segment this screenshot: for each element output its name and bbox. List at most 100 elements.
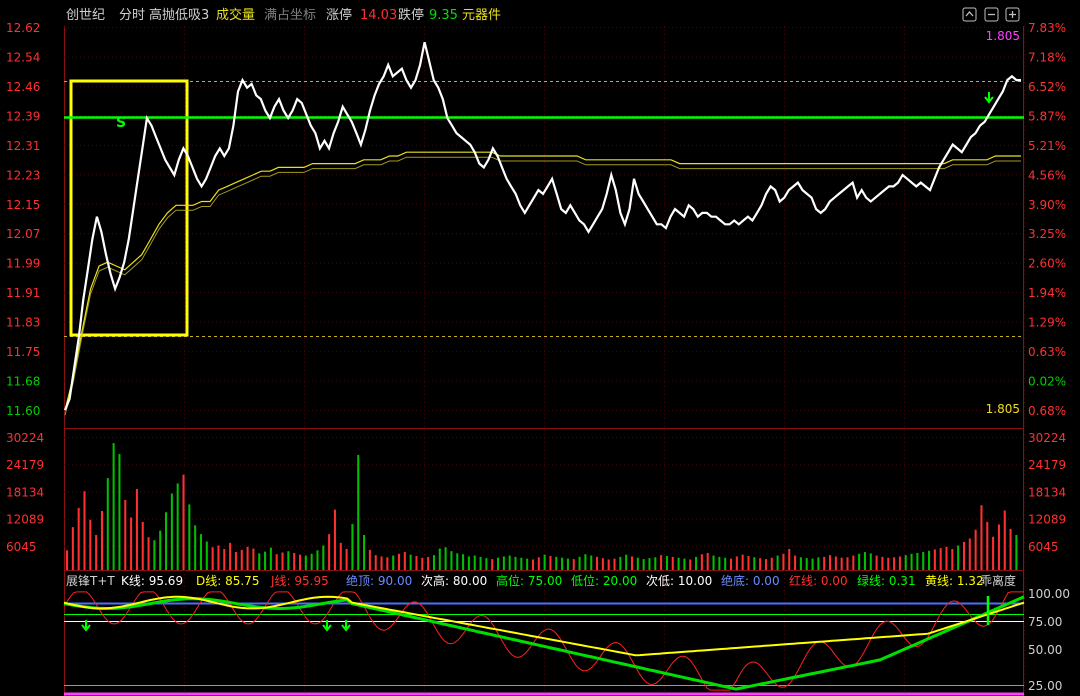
volume-bars: [66, 443, 1018, 570]
volume-bar: [794, 555, 797, 570]
volume-bar: [432, 555, 435, 570]
volume-bar: [887, 557, 890, 570]
minus-icon[interactable]: [984, 7, 999, 22]
volume-bar: [543, 554, 546, 570]
expand-icon[interactable]: [962, 7, 977, 22]
volume-bar: [450, 551, 453, 570]
mode-label[interactable]: 分时: [119, 8, 145, 23]
volume-bar: [322, 545, 325, 570]
volume-bar: [328, 534, 331, 570]
limit-down-label: 跌停: [398, 7, 424, 23]
plus-icon[interactable]: [1005, 7, 1020, 22]
volume-bar: [71, 527, 74, 570]
indicator-tick-label: 100.00: [1028, 587, 1070, 601]
volume-bar: [153, 540, 156, 570]
volume-bar: [491, 559, 494, 570]
volume-bar: [124, 500, 127, 570]
volume-bar: [269, 547, 272, 570]
percent-axis-right: 7.83% 7.18% 6.52% 5.87% 5.21% 4.56% 3.90% 3.25%…: [1028, 21, 1066, 418]
volume-bar: [695, 556, 698, 570]
volume-bar: [613, 558, 616, 570]
percent-tick-label: 6.52%: [1028, 80, 1066, 94]
volume-label[interactable]: 成交量: [216, 7, 255, 23]
volume-bar: [316, 550, 319, 570]
volume-bar: [211, 547, 214, 570]
signal-markers: S: [116, 92, 994, 131]
volume-bar: [252, 548, 255, 570]
average-price-line: [64, 151, 1021, 411]
volume-bar: [537, 557, 540, 570]
volume-bar: [229, 542, 232, 570]
volume-bar: [625, 554, 628, 570]
indicator-value: 红线: 0.00: [789, 573, 848, 588]
intraday-chart[interactable]: 创世纪 分时 高抛低吸3 成交量 满占坐标 涨停 14.03 跌停 9.35 元…: [0, 0, 1080, 696]
volume-bar: [531, 559, 534, 570]
volume-bar: [363, 535, 366, 570]
price-tick-label: 12.31: [6, 139, 40, 153]
volume-bar: [240, 549, 243, 570]
volume-bar: [893, 557, 896, 570]
volume-bar: [962, 542, 966, 570]
indicator-name[interactable]: 展锋T+T: [66, 574, 115, 588]
volume-bar: [310, 553, 313, 570]
volume-bar: [1009, 528, 1012, 570]
price-line: [63, 41, 1021, 411]
volume-bar: [869, 553, 872, 570]
volume-bar: [118, 454, 121, 570]
volume-bar: [275, 554, 278, 570]
volume-bar: [741, 554, 744, 570]
volume-bar: [357, 454, 360, 570]
volume-bar: [957, 545, 960, 570]
volume-bar: [298, 554, 302, 570]
volume-tick-label: 6045: [6, 540, 37, 554]
percent-tick-label: 0.63%: [1028, 345, 1066, 359]
sector-label[interactable]: 元器件: [462, 8, 501, 23]
volume-bar: [805, 558, 808, 570]
volume-bar: [380, 556, 383, 570]
volume-bar: [922, 552, 925, 570]
indicator-value: 黄线: 1.32: [925, 574, 984, 588]
indicator-label[interactable]: 高抛低吸3: [149, 7, 209, 23]
volume-bar: [630, 556, 634, 570]
volume-bar: [596, 556, 599, 570]
volume-bar: [828, 555, 832, 570]
volume-bar: [759, 558, 762, 570]
volume-bar: [112, 443, 115, 570]
price-tick-label: 12.62: [6, 21, 40, 35]
volume-bar: [165, 512, 168, 570]
volume-bar: [572, 559, 575, 570]
price-tick-label: 11.60: [6, 404, 40, 418]
price-tick-label: 11.75: [6, 345, 40, 359]
percent-tick-label: 7.18%: [1028, 50, 1066, 64]
coord-label[interactable]: 满占坐标: [264, 8, 316, 23]
volume-bar: [700, 554, 703, 570]
indicator-axis: 100.00 75.00 50.00 25.00: [1028, 587, 1070, 693]
volume-axis-left: 30224 24179 18134 12089 6045: [6, 431, 44, 554]
top-right-value: 1.805: [986, 29, 1020, 43]
percent-tick-label: 1.29%: [1028, 316, 1066, 330]
volume-bar: [421, 557, 424, 570]
price-tick-label: 12.23: [6, 168, 40, 182]
volume-bar: [1015, 535, 1018, 570]
volume-axis-right: 30224 24179 18134 12089 6045: [1028, 431, 1066, 554]
volume-bar: [351, 524, 354, 570]
price-tick-label: 12.46: [6, 80, 40, 94]
s-marker: S: [116, 115, 126, 131]
volume-bar: [747, 556, 750, 570]
volume-bar: [141, 521, 144, 570]
volume-bar: [374, 555, 377, 570]
volume-bar: [485, 558, 488, 570]
volume-bar: [77, 507, 80, 570]
volume-bar: [555, 556, 558, 570]
indicator-value: 次低: 10.00: [646, 574, 712, 588]
price-tick-label: 11.68: [6, 375, 40, 389]
volume-bar: [712, 555, 715, 570]
volume-bar: [729, 558, 733, 570]
indicator-header: 展锋T+T K线: 95.69 D线: 85.75 J线: 95.95 绝顶: 90.…: [66, 573, 1016, 588]
price-tick-label: 12.54: [6, 50, 40, 64]
volume-bar: [992, 536, 995, 570]
volume-bar: [479, 556, 482, 570]
volume-bar: [246, 546, 249, 570]
volume-bar: [642, 559, 645, 570]
volume-bar: [904, 555, 907, 570]
